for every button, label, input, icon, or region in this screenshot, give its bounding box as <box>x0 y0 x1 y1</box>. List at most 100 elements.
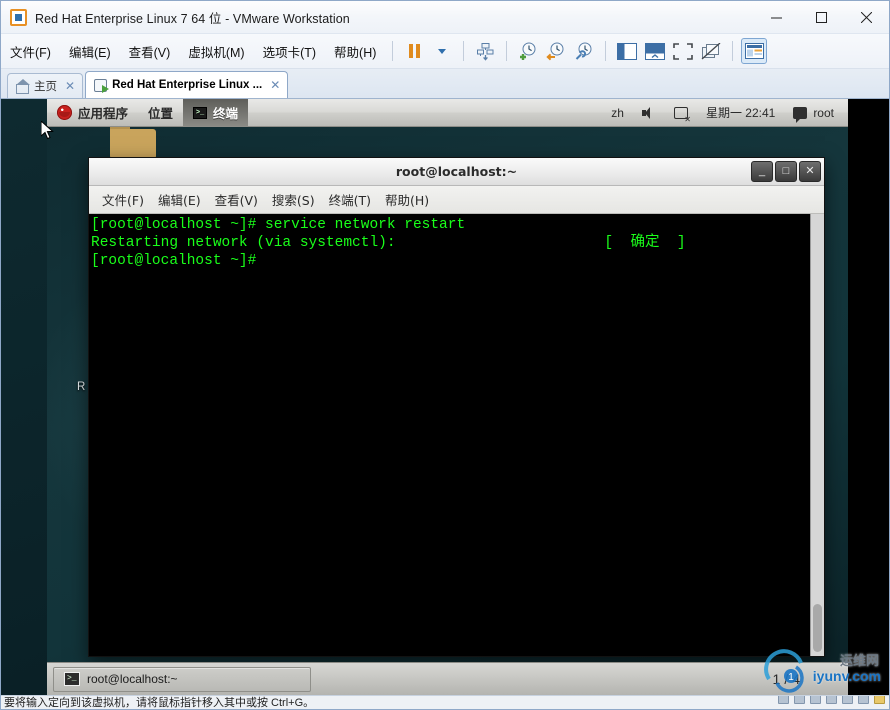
vmware-workstation-window: Red Hat Enterprise Linux 7 64 位 - VMware… <box>0 0 890 710</box>
terminal-window-controls: _ □ ✕ <box>751 161 821 182</box>
taskbar-window-terminal[interactable]: >_ root@localhost:~ <box>53 666 311 692</box>
term-menu-help[interactable]: 帮助(H) <box>378 187 436 212</box>
maximize-button[interactable] <box>799 1 844 34</box>
snapshot-add-icon <box>520 42 536 60</box>
term-menu-edit[interactable]: 编辑(E) <box>151 187 208 212</box>
tab-rhel-vm[interactable]: Red Hat Enterprise Linux ... ✕ <box>85 71 289 98</box>
input-method-indicator[interactable]: zh <box>607 104 628 122</box>
terminal-scrollbar[interactable] <box>810 214 824 656</box>
terminal-window[interactable]: root@localhost:~ _ □ ✕ 文件(F) 编辑(E) 查看(V)… <box>88 157 825 657</box>
terminal-icon: >_ <box>193 106 208 119</box>
gnome-taskbar: >_ root@localhost:~ 1 / 4 <box>47 662 848 695</box>
terminal-minimize-button[interactable]: _ <box>751 161 773 182</box>
pause-vm-button[interactable] <box>401 38 427 64</box>
snapshot-manager-button[interactable] <box>571 38 597 64</box>
revert-snapshot-button[interactable] <box>543 38 569 64</box>
clock[interactable]: 星期一 22:41 <box>702 102 779 123</box>
console-view-icon <box>744 43 764 59</box>
menu-help[interactable]: 帮助(H) <box>325 38 385 65</box>
chevron-down-icon <box>438 48 447 54</box>
terminal-scrollbar-thumb[interactable] <box>813 604 822 652</box>
workspace-current: 1 <box>772 671 781 687</box>
console-view-button[interactable] <box>741 38 768 64</box>
network-disconnected-icon <box>673 106 691 124</box>
guest-letterbox-left <box>1 99 47 695</box>
vmware-statusbar: 要将输入定向到该虚拟机，请将鼠标指针移入其中或按 Ctrl+G。 <box>1 695 889 709</box>
tab-rhel-vm-close-icon[interactable]: ✕ <box>270 78 280 92</box>
window-list-terminal[interactable]: >_ 终端 <box>183 99 249 126</box>
terminal-menubar: 文件(F) 编辑(E) 查看(V) 搜索(S) 终端(T) 帮助(H) <box>89 186 824 214</box>
tab-home-close-icon[interactable]: ✕ <box>65 79 75 93</box>
volume-indicator[interactable] <box>638 105 660 121</box>
unity-mode-button[interactable] <box>698 38 724 64</box>
terminal-output[interactable]: [root@localhost ~]# service network rest… <box>89 214 810 656</box>
speaker-icon <box>641 106 656 119</box>
close-button[interactable] <box>844 1 889 34</box>
network-adapter-status-icon[interactable] <box>810 696 821 704</box>
tab-rhel-vm-label: Red Hat Enterprise Linux ... <box>112 79 263 91</box>
power-dropdown-button[interactable] <box>429 38 455 64</box>
gnome-desktop[interactable]: R 应用程序 位置 >_ 终端 zh ✕ 星期一 22:41 root root… <box>47 99 848 695</box>
toolbar-separator-4 <box>605 41 607 61</box>
vmware-menu-items: 文件(F) 编辑(E) 查看(V) 虚拟机(M) 选项卡(T) 帮助(H) <box>1 38 385 65</box>
clock-label: 星期一 22:41 <box>705 106 776 120</box>
snapshot-manage-icon <box>576 42 592 60</box>
applications-menu[interactable]: 应用程序 <box>47 99 138 126</box>
taskbar-window-terminal-label: root@localhost:~ <box>87 672 178 686</box>
term-menu-file[interactable]: 文件(F) <box>95 187 151 212</box>
vm-tab-icon <box>94 78 110 93</box>
terminal-body[interactable]: [root@localhost ~]# service network rest… <box>89 214 824 656</box>
show-library-button[interactable] <box>614 38 640 64</box>
toolbar-separator-3 <box>506 41 508 61</box>
manage-vm-button[interactable] <box>472 38 498 64</box>
hard-disk-status-icon[interactable] <box>778 696 789 704</box>
display-status-icon[interactable] <box>874 696 885 704</box>
term-menu-view[interactable]: 查看(V) <box>208 187 265 212</box>
sound-status-icon[interactable] <box>842 696 853 704</box>
usb-status-icon[interactable] <box>826 696 837 704</box>
term-menu-terminal[interactable]: 终端(T) <box>322 187 378 212</box>
tab-home-label: 主页 <box>34 81 57 93</box>
cd-drive-status-icon[interactable] <box>794 696 805 704</box>
workspace-total: 4 <box>792 671 800 687</box>
message-tray-icon <box>793 106 808 123</box>
fullscreen-icon <box>673 42 694 60</box>
terminal-titlebar[interactable]: root@localhost:~ _ □ ✕ <box>89 158 824 186</box>
thumbnail-bar-icon <box>645 42 666 60</box>
places-menu[interactable]: 位置 <box>138 99 183 126</box>
menu-edit[interactable]: 编辑(E) <box>60 38 120 65</box>
menu-tabs[interactable]: 选项卡(T) <box>254 38 325 65</box>
fullscreen-button[interactable] <box>670 38 696 64</box>
minimize-button[interactable] <box>754 1 799 34</box>
take-snapshot-button[interactable] <box>515 38 541 64</box>
snapshot-revert-icon <box>546 42 564 61</box>
vmware-status-device-icons <box>778 696 885 704</box>
gnome-panel-right: zh 星期一 22:41 root <box>607 102 848 124</box>
desktop-icon-label: R <box>77 381 86 393</box>
menu-view[interactable]: 查看(V) <box>120 38 180 65</box>
show-thumbnail-bar-button[interactable] <box>642 38 668 64</box>
term-menu-search[interactable]: 搜索(S) <box>265 187 322 212</box>
terminal-close-button[interactable]: ✕ <box>799 161 821 182</box>
vm-settings-icon <box>476 42 494 61</box>
home-icon <box>16 79 30 94</box>
vm-guest-screen[interactable]: R 应用程序 位置 >_ 终端 zh ✕ 星期一 22:41 root root… <box>1 99 889 695</box>
network-indicator[interactable] <box>670 105 692 124</box>
input-method-label: zh <box>611 105 624 120</box>
workspace-indicator[interactable]: 1 / 4 <box>773 671 842 687</box>
printer-status-icon[interactable] <box>858 696 869 704</box>
menu-vm[interactable]: 虚拟机(M) <box>179 38 253 65</box>
pause-icon <box>408 44 420 58</box>
terminal-maximize-button[interactable]: □ <box>775 161 797 182</box>
places-menu-label: 位置 <box>148 107 174 121</box>
vmware-logo-icon <box>10 8 27 26</box>
terminal-icon: >_ <box>64 672 80 686</box>
vmware-window-title: Red Hat Enterprise Linux 7 64 位 - VMware… <box>35 11 350 26</box>
tab-home[interactable]: 主页 ✕ <box>7 73 84 98</box>
window-list-terminal-label: 终端 <box>213 107 239 121</box>
vmware-tabstrip: 主页 ✕ Red Hat Enterprise Linux ... ✕ <box>1 69 889 99</box>
user-menu[interactable]: root <box>789 104 838 123</box>
gnome-top-panel: 应用程序 位置 >_ 终端 zh ✕ 星期一 22:41 root <box>47 99 848 127</box>
menu-file[interactable]: 文件(F) <box>1 38 60 65</box>
toolbar-separator-2 <box>463 41 465 61</box>
